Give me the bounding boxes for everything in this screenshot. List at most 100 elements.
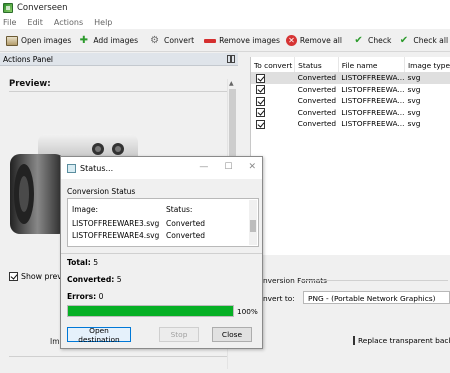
status-cell: Converted — [294, 72, 339, 84]
dialog-title: Status... — [80, 163, 114, 173]
to-convert-cell — [251, 95, 295, 107]
conversion-progress-bar — [67, 305, 234, 317]
open-images-label: Open images — [21, 36, 72, 45]
menu-bar: File Edit Actions Help — [0, 15, 450, 29]
divider — [300, 280, 448, 281]
checkmark-icon: ✔ — [354, 34, 363, 46]
image-type-cell: svg — [404, 72, 450, 84]
toolbar: Open images ✚ Add images ⚙ Convert Remov… — [0, 30, 450, 52]
image-type-cell: svg — [407, 119, 421, 129]
replace-transparent-checkbox[interactable]: Replace transparent backg — [353, 336, 450, 345]
total-stat: Total: 5 — [67, 258, 98, 267]
list-scrollbar[interactable] — [249, 200, 257, 245]
status-cell: Converted — [297, 84, 337, 94]
window-controls: — ☐ ✕ — [199, 162, 256, 172]
errors-value: 0 — [98, 292, 104, 301]
minimize-icon[interactable]: — — [199, 162, 208, 172]
table-row[interactable]: Converted LISTOFFREEWA... svg — [251, 118, 450, 130]
row-checkbox[interactable] — [256, 108, 265, 117]
checkbox-unchecked-icon[interactable] — [353, 336, 355, 345]
add-images-label: Add images — [93, 36, 139, 45]
table-row[interactable]: Converted LISTOFFREEWA... svg — [251, 95, 450, 107]
convert-to-select[interactable]: PNG - (Portable Network Graphics) — [303, 291, 450, 304]
remove-all-button[interactable]: ✕ Remove all — [283, 32, 345, 50]
remove-all-icon: ✕ — [285, 35, 297, 46]
open-images-button[interactable]: Open images — [3, 32, 74, 50]
scroll-up-arrow-icon[interactable]: ▲ — [229, 80, 234, 87]
check-all-button[interactable]: ✔ Check all — [394, 32, 450, 50]
divider — [9, 91, 231, 92]
menu-help[interactable]: Help — [94, 18, 112, 27]
scrollbar-thumb[interactable] — [250, 220, 256, 232]
to-convert-cell — [251, 118, 295, 130]
checkbox-checked-icon[interactable] — [9, 272, 18, 281]
check-button[interactable]: ✔ Check — [349, 32, 394, 50]
close-icon[interactable]: ✕ — [248, 162, 256, 172]
column-header-file-name[interactable]: File name — [338, 57, 405, 72]
dialog-app-icon — [67, 163, 76, 173]
table-header-row: To convert Status File name Image type — [251, 57, 450, 72]
file-name-cell: LISTOFFREEWA... — [338, 72, 405, 84]
convert-to-label: nvert to: — [263, 294, 295, 303]
file-name-cell: LISTOFFREEWA... — [341, 107, 405, 117]
row-checkbox[interactable] — [256, 96, 265, 106]
menu-file[interactable]: File — [3, 18, 16, 27]
to-convert-cell — [251, 72, 295, 84]
actions-panel-title: Actions Panel — [3, 54, 54, 64]
folder-open-icon — [6, 35, 18, 46]
column-header-to-convert[interactable]: To convert — [251, 57, 296, 72]
table-row[interactable]: Converted LISTOFFREEWA... svg — [251, 84, 450, 96]
divider — [61, 253, 262, 254]
list-item-status: Converted — [166, 231, 206, 240]
checkmark-icon: ✔ — [399, 34, 409, 46]
divider — [9, 356, 227, 357]
maximize-icon[interactable]: ☐ — [224, 162, 232, 172]
truncated-label: Im — [50, 337, 60, 346]
status-cell: Converted — [297, 107, 337, 117]
list-item-image: LISTOFFREEWARE4.svg — [72, 231, 160, 240]
table-row[interactable]: Converted LISTOFFREEWA... svg — [251, 107, 450, 119]
image-type-cell: svg — [407, 96, 421, 106]
list-item-status: Converted — [166, 219, 206, 228]
to-convert-cell — [251, 84, 295, 96]
row-checkbox[interactable] — [256, 73, 265, 83]
list-item-image: LISTOFFREEWARE3.svg — [72, 219, 160, 228]
gear-icon: ⚙ — [150, 34, 160, 46]
add-images-button[interactable]: ✚ Add images — [74, 32, 141, 50]
to-convert-cell — [251, 107, 295, 119]
menu-actions[interactable]: Actions — [54, 18, 83, 27]
row-checkbox[interactable] — [256, 85, 265, 94]
progress-percent-text: 100% — [237, 307, 258, 316]
file-name-cell: LISTOFFREEWA... — [341, 96, 405, 106]
status-column-header: Status: — [166, 205, 193, 214]
minus-icon — [204, 38, 217, 43]
stop-button[interactable]: Stop — [159, 327, 199, 342]
convert-label: Convert — [164, 36, 195, 45]
add-icon: ✚ — [79, 34, 88, 46]
open-destination-button[interactable]: Open destination — [67, 326, 131, 344]
window-title: Converseen — [17, 2, 68, 13]
converseen-app-icon — [3, 2, 13, 13]
convert-button[interactable]: ⚙ Convert — [145, 32, 197, 50]
converted-value: 5 — [116, 275, 122, 284]
close-button[interactable]: Close — [212, 327, 252, 342]
menu-edit[interactable]: Edit — [27, 18, 43, 27]
image-column-header: Image: — [72, 205, 99, 214]
converted-stat: Converted: 5 — [67, 275, 122, 284]
remove-images-button[interactable]: Remove images — [201, 32, 283, 50]
column-header-image-type[interactable]: Image type — [404, 57, 450, 72]
errors-stat: Errors: 0 — [67, 292, 103, 301]
column-header-status[interactable]: Status — [294, 57, 339, 72]
check-label: Check — [368, 36, 392, 45]
status-cell: Converted — [297, 96, 337, 106]
conversion-status-label: Conversion Status — [67, 187, 136, 196]
row-checkbox[interactable] — [256, 119, 265, 129]
remove-all-label: Remove all — [299, 36, 343, 45]
title-bar: Converseen — [0, 0, 450, 15]
table-row[interactable]: Converted LISTOFFREEWA... svg — [251, 72, 450, 84]
undock-icon[interactable] — [227, 55, 235, 63]
file-name-cell: LISTOFFREEWA... — [341, 84, 405, 94]
preview-label: Preview: — [9, 79, 51, 89]
total-value: 5 — [93, 258, 99, 267]
conversion-status-list[interactable]: Image: Status: LISTOFFREEWARE3.svg Conve… — [67, 198, 259, 247]
